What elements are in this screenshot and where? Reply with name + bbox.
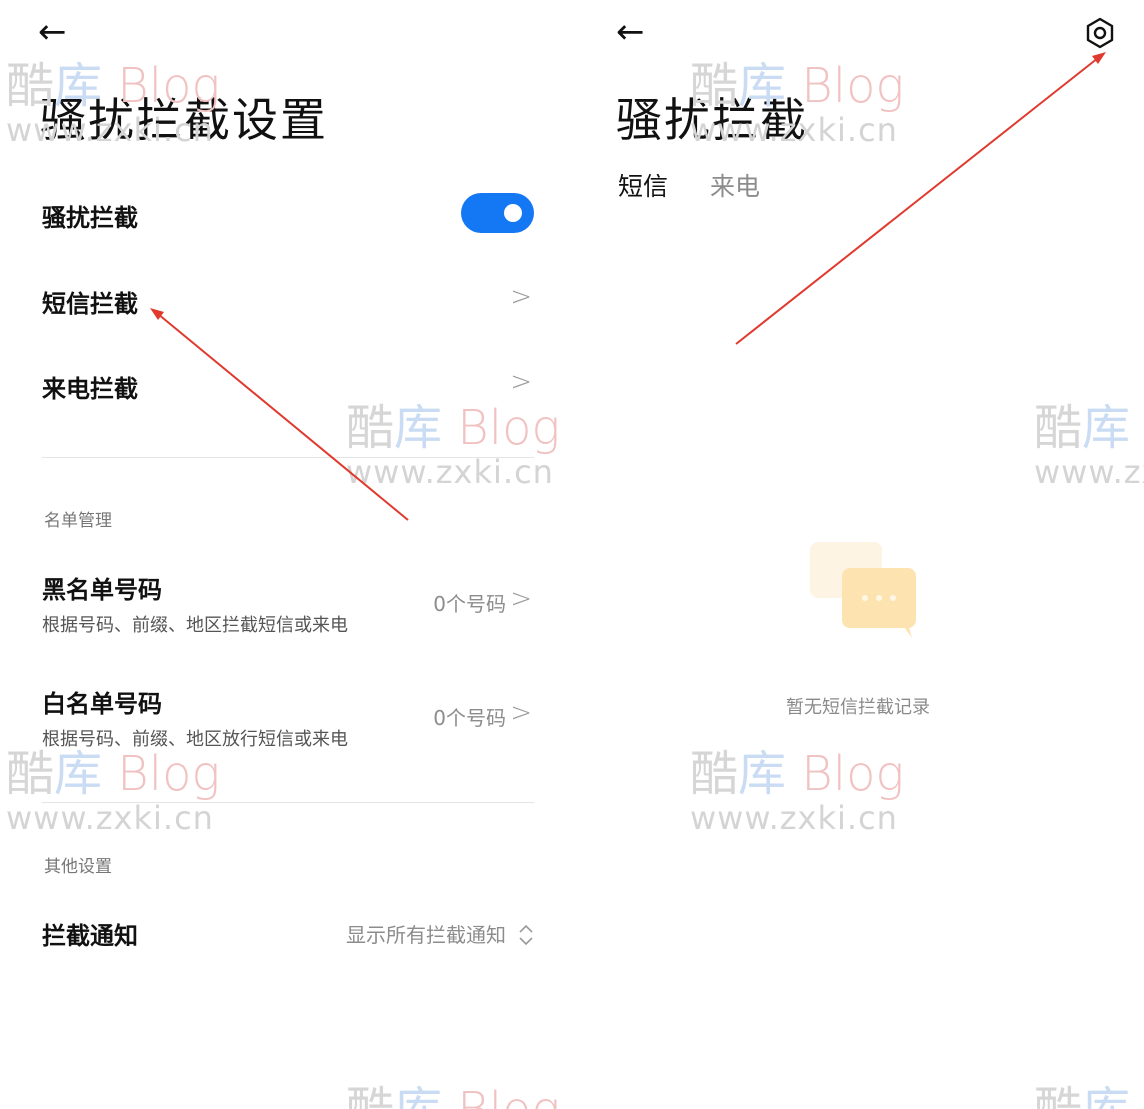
watermark-ku: 库	[1082, 400, 1131, 456]
up-down-icon	[518, 924, 534, 946]
empty-state-text: 暂无短信拦截记录	[786, 697, 930, 718]
whitelist-count: 0个号码	[433, 706, 506, 730]
watermark-ku: 库	[394, 400, 443, 456]
page-title: 骚扰拦截	[616, 93, 808, 147]
watermark: 酷库	[1034, 1084, 1130, 1109]
watermark-cn: 酷	[1034, 400, 1083, 456]
watermark-ku: 库	[738, 746, 787, 802]
tab-calls[interactable]: 来电	[710, 167, 760, 203]
chevron-right-icon: >	[510, 367, 532, 397]
watermark-blog: Blog	[457, 400, 561, 456]
watermark-ku: 库	[394, 1082, 442, 1109]
watermark-blog: Blog	[457, 1082, 560, 1109]
watermark-cn: 酷	[1034, 1082, 1082, 1109]
empty-message-illustration	[810, 542, 916, 638]
watermark-url: www.zxki.cn	[346, 453, 554, 491]
watermark-cn: 酷	[346, 400, 395, 456]
chevron-right-icon: >	[510, 282, 532, 312]
gear-icon[interactable]	[1084, 17, 1116, 49]
notification-value: 显示所有拦截通知	[346, 923, 506, 947]
watermark-url: www.zxki.cn	[1034, 453, 1144, 491]
watermark: 酷库 Blog www.zxki.cn	[6, 748, 220, 836]
row-label: 短信拦截	[42, 290, 138, 318]
divider	[42, 457, 534, 458]
back-arrow-icon[interactable]: ←	[616, 12, 645, 52]
watermark: 酷库 Blog	[346, 1084, 560, 1109]
row-label: 来电拦截	[42, 375, 138, 403]
tab-sms[interactable]: 短信	[618, 167, 668, 203]
watermark-blog: Blog	[801, 58, 905, 114]
section-title-other: 其他设置	[44, 857, 112, 877]
settings-screen: ← 骚扰拦截设置 骚扰拦截 短信拦截 > 来电拦截 > 名单管理 黑名单号码 根…	[0, 0, 572, 1109]
toggle-knob	[504, 204, 522, 222]
sms-block-row[interactable]: 短信拦截 >	[42, 282, 534, 318]
watermark: 酷库 Blog www.zxki.cn	[346, 402, 560, 490]
chevron-right-icon: >	[510, 584, 532, 614]
section-title-list: 名单管理	[44, 511, 112, 531]
watermark-blog: Blog	[801, 746, 905, 802]
page-title: 骚扰拦截设置	[40, 93, 328, 147]
divider	[42, 802, 534, 803]
harassment-block-toggle[interactable]	[461, 193, 534, 233]
chevron-right-icon: >	[510, 698, 532, 728]
watermark-cn: 酷	[690, 746, 739, 802]
back-arrow-icon[interactable]: ←	[38, 12, 67, 52]
block-notification-row[interactable]: 拦截通知 显示所有拦截通知	[42, 916, 534, 950]
watermark-url: www.zxki.cn	[6, 799, 214, 837]
block-records-screen: ← 骚扰拦截 短信 来电 暂无短信拦截记录 酷库 Blog www.zxki.c…	[572, 0, 1144, 1109]
call-block-row[interactable]: 来电拦截 >	[42, 367, 534, 403]
blacklist-row[interactable]: 黑名单号码 根据号码、前缀、地区拦截短信或来电 0个号码 >	[42, 570, 534, 636]
whitelist-row[interactable]: 白名单号码 根据号码、前缀、地区放行短信或来电 0个号码 >	[42, 684, 534, 750]
watermark: 酷库 Blog www.zxki.cn	[690, 748, 904, 836]
watermark-ku: 库	[1082, 1082, 1130, 1109]
up-down-glyph-icon	[519, 924, 533, 946]
watermark-cn: 酷	[6, 746, 55, 802]
watermark-url: www.zxki.cn	[690, 799, 898, 837]
watermark-cn: 酷	[346, 1082, 394, 1109]
watermark-blog: Blog	[117, 746, 221, 802]
blacklist-count: 0个号码	[433, 592, 506, 616]
watermark: 酷库 www.zxki.cn	[1034, 402, 1144, 490]
watermark-ku: 库	[54, 746, 103, 802]
